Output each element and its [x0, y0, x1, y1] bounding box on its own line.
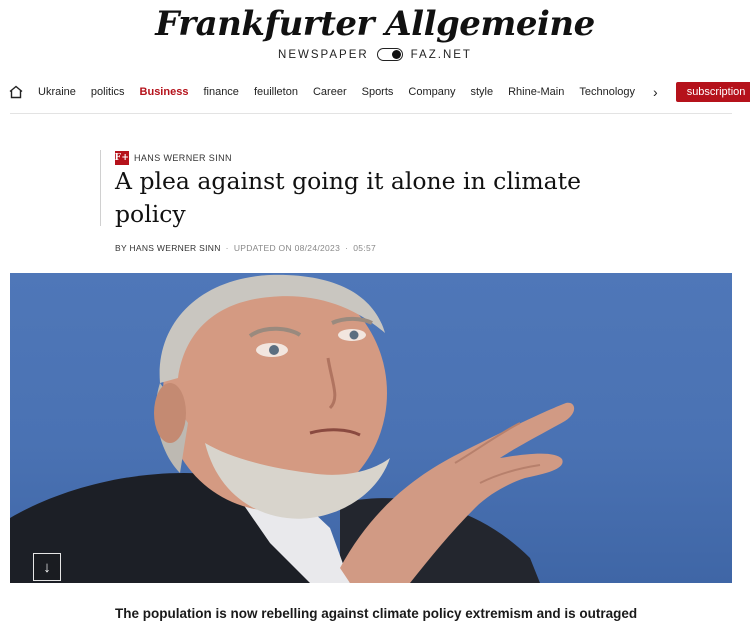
- nav-item-career[interactable]: Career: [313, 86, 347, 98]
- fplus-badge-icon: F+: [114, 151, 130, 165]
- nav-item-technology[interactable]: Technology: [579, 86, 635, 98]
- byline-updated: UPDATED ON 08/24/2023: [233, 243, 341, 253]
- site-logo[interactable]: Frankfurter Allgemeine: [0, 4, 750, 44]
- edition-faznet-label[interactable]: FAZ.NET: [411, 49, 472, 61]
- article-title: A plea against going it alone in climate…: [115, 167, 582, 228]
- nav-item-sports[interactable]: Sports: [362, 86, 394, 98]
- byline-author[interactable]: BY HANS WERNER SINN: [115, 243, 221, 253]
- nav-item-business[interactable]: Business: [140, 86, 189, 98]
- edition-toggle[interactable]: [376, 48, 403, 61]
- masthead: Frankfurter Allgemeine NEWSPAPER FAZ.NET: [0, 0, 750, 72]
- byline-separator: ·: [225, 243, 229, 253]
- byline-separator: ·: [345, 243, 349, 253]
- toggle-knob: [391, 50, 401, 59]
- edition-switch[interactable]: NEWSPAPER FAZ.NET: [0, 48, 750, 61]
- nav-item-feuilleton[interactable]: feuilleton: [254, 86, 298, 98]
- arrow-down-icon[interactable]: ↓: [33, 553, 61, 581]
- byline-time: 05:57: [353, 243, 377, 253]
- author-tag[interactable]: F+ HANS WERNER SINN: [115, 151, 232, 165]
- home-icon[interactable]: [8, 84, 24, 100]
- nav-item-politics[interactable]: politics: [91, 86, 125, 98]
- header-rule: [100, 150, 101, 226]
- nav-item-style[interactable]: style: [470, 86, 493, 98]
- hero-photo-illustration: [10, 274, 575, 583]
- nav-item-finance[interactable]: finance: [203, 86, 238, 98]
- author-tag-label[interactable]: HANS WERNER SINN: [134, 153, 232, 163]
- subscription-button[interactable]: subscription: [675, 82, 750, 102]
- nav-divider: [10, 113, 732, 114]
- chevron-right-icon[interactable]: ›: [653, 84, 658, 100]
- edition-newspaper-label[interactable]: NEWSPAPER: [278, 49, 369, 61]
- byline: BY HANS WERNER SINN · UPDATED ON 08/24/202…: [115, 243, 376, 253]
- nav-item-rhine-main[interactable]: Rhine-Main: [508, 86, 564, 98]
- article-lead: The population is now rebelling against …: [115, 606, 638, 621]
- main-nav: Ukraine politics Business finance feuill…: [0, 78, 750, 106]
- nav-item-ukraine[interactable]: Ukraine: [38, 86, 76, 98]
- nav-item-company[interactable]: Company: [408, 86, 455, 98]
- hero-photo: [10, 273, 732, 583]
